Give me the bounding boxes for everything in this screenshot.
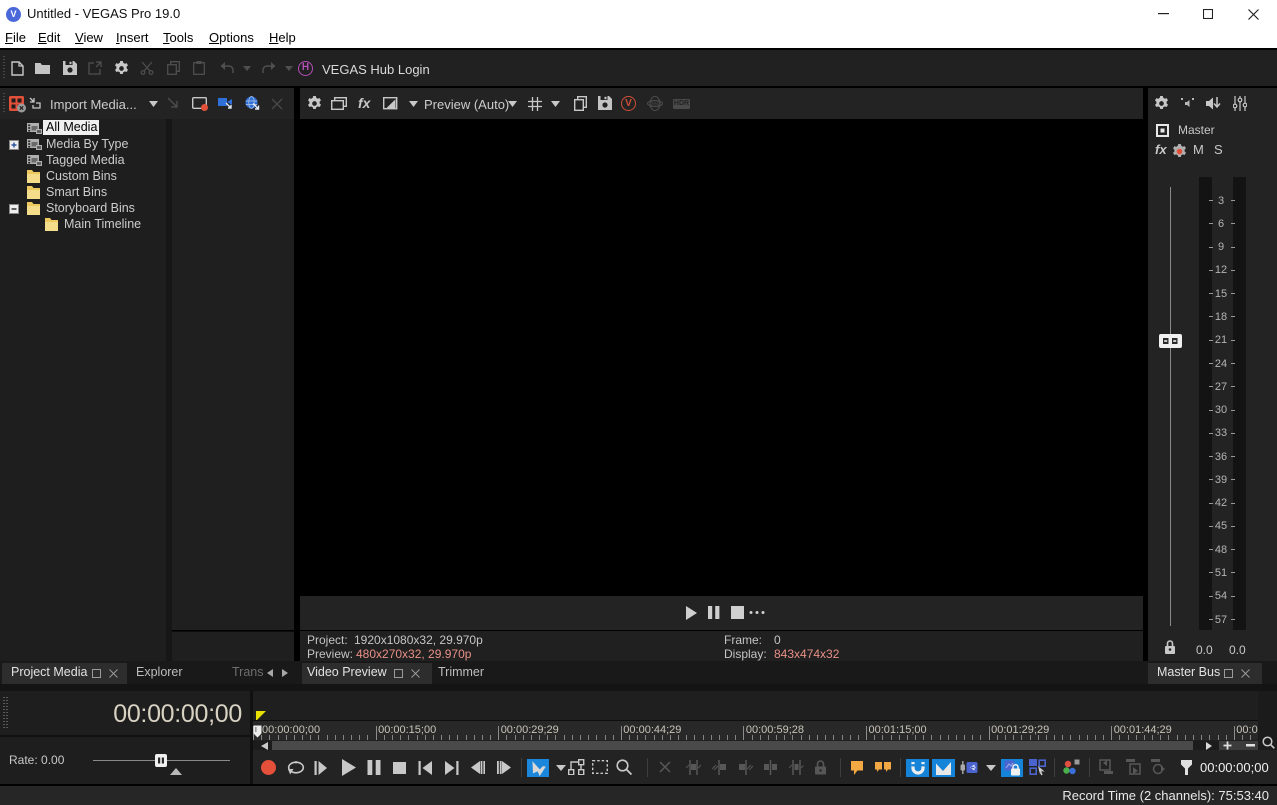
svg-text:360: 360	[650, 102, 659, 108]
